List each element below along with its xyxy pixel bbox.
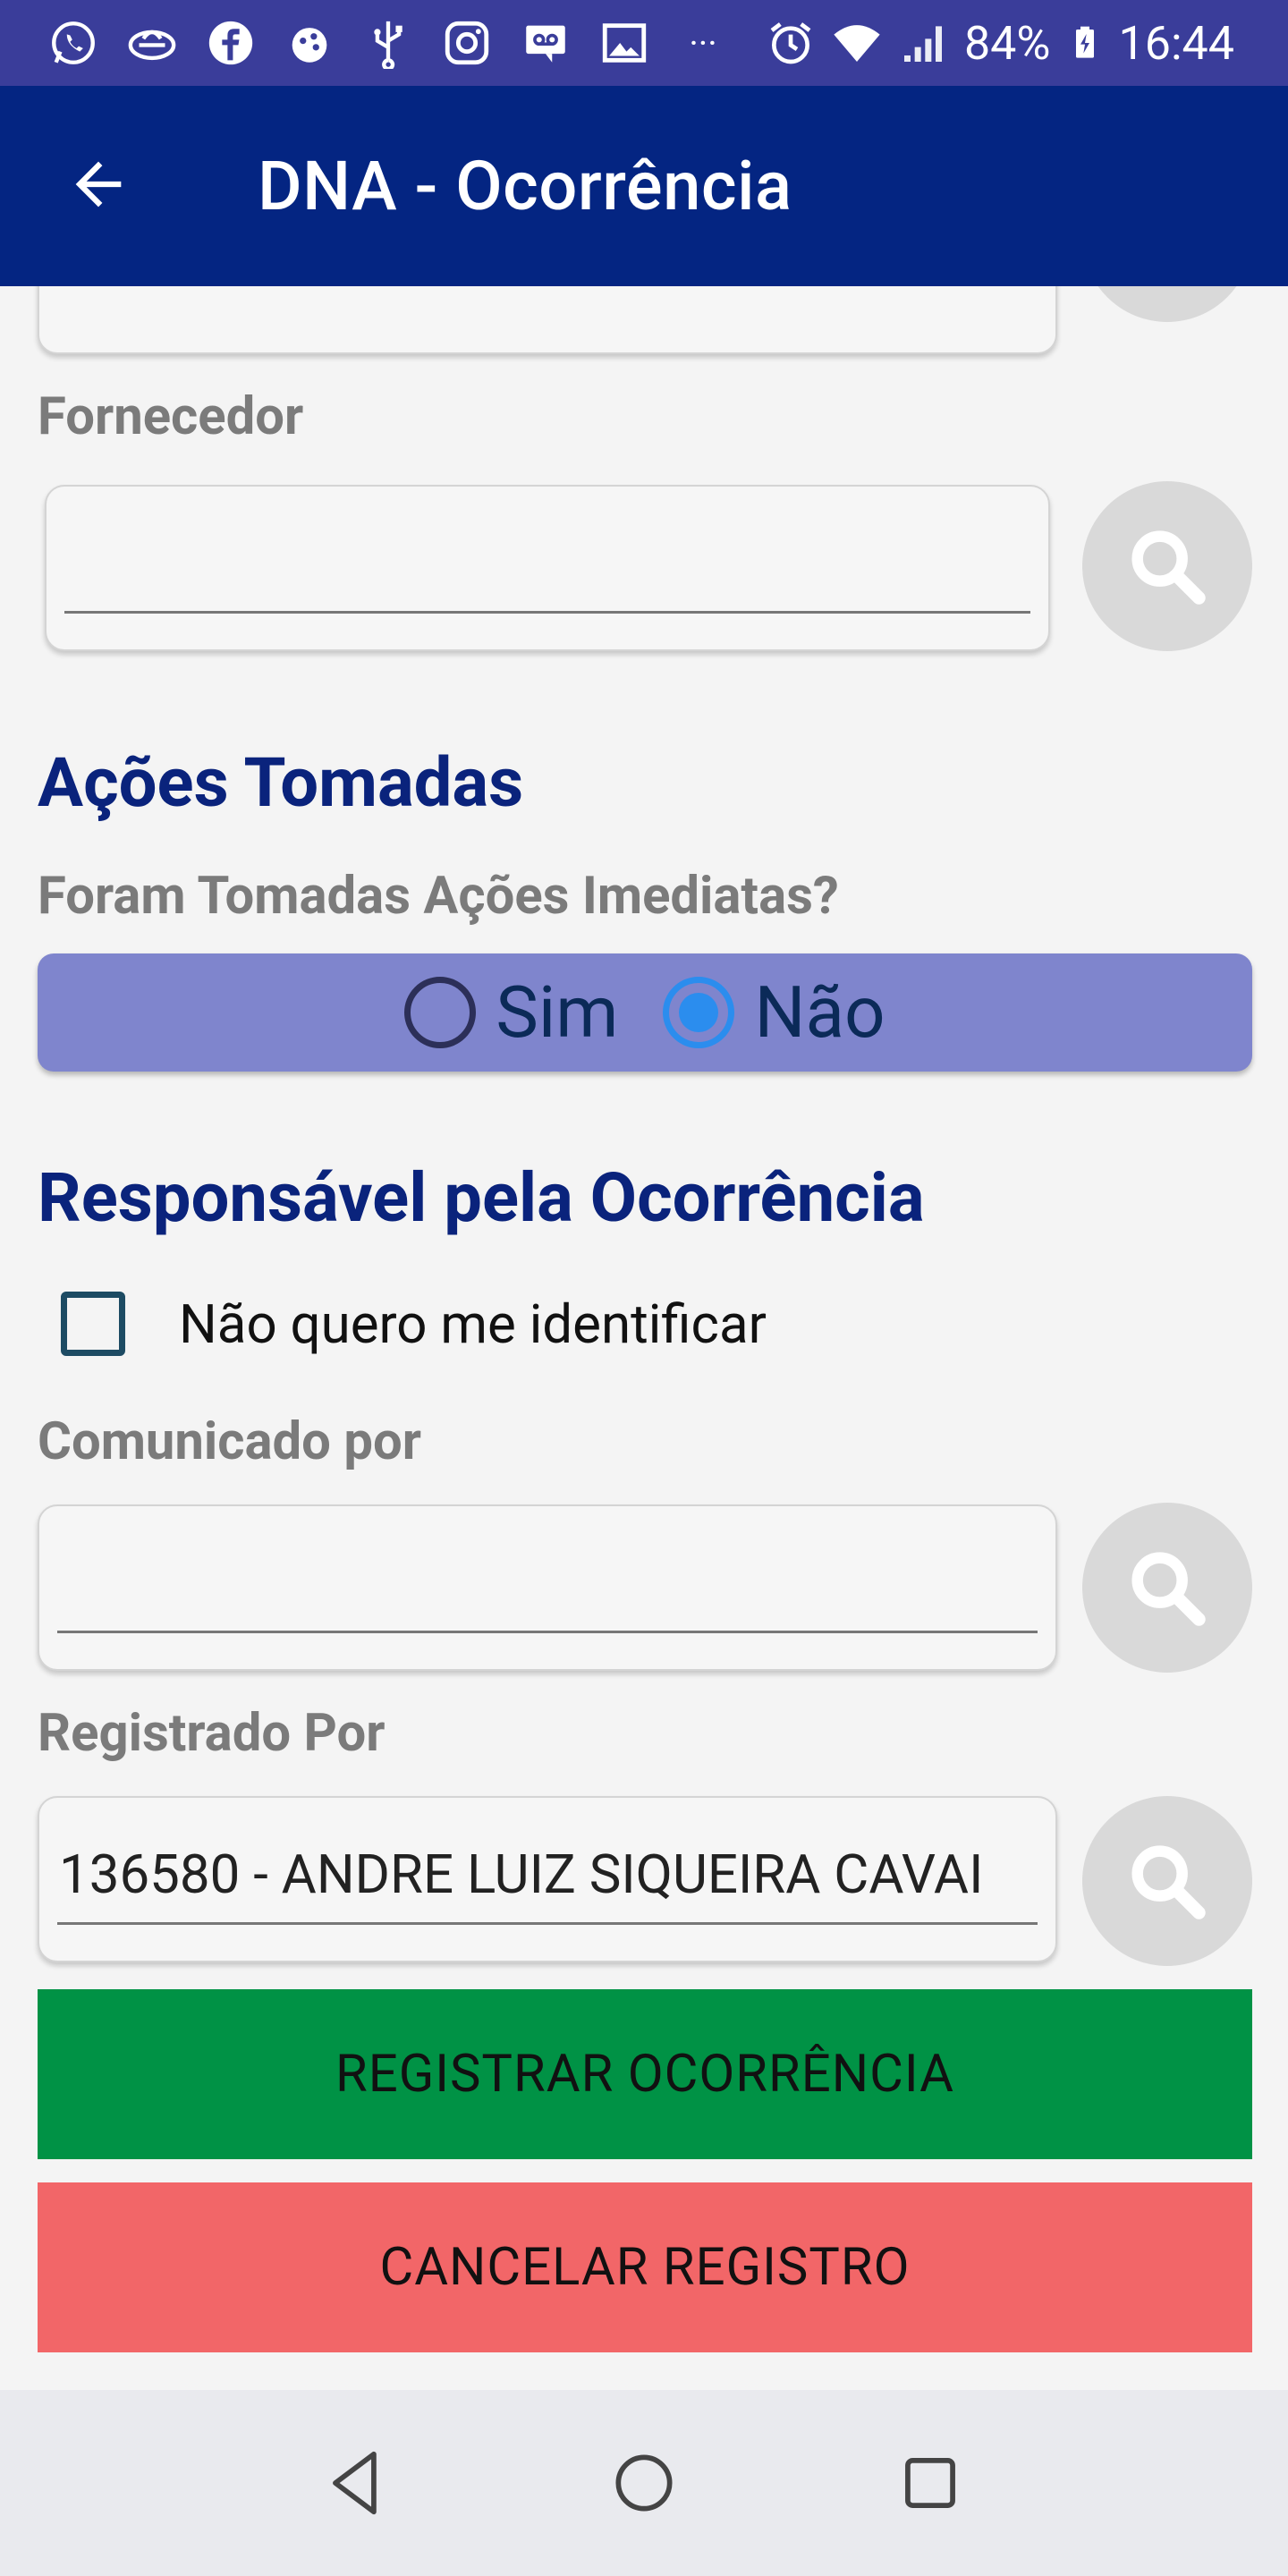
fornecedor-label: Fornecedor (38, 386, 304, 447)
facebook-icon (204, 16, 258, 70)
search-icon (1131, 530, 1206, 605)
tab-icon (125, 16, 179, 70)
acoes-radio-group: Sim Não (38, 953, 1252, 1072)
previous-field[interactable] (38, 286, 1057, 354)
registrado-underline (57, 1922, 1038, 1925)
nav-home-button[interactable] (599, 2438, 689, 2528)
usb-icon (361, 16, 415, 70)
comunicado-search-button[interactable] (1082, 1503, 1252, 1673)
alarm-icon (770, 22, 811, 64)
notification-icons: ··· (47, 14, 730, 72)
signal-icon (903, 26, 942, 62)
acoes-section-title: Ações Tomadas (38, 742, 524, 823)
comunicado-label: Comunicado por (38, 1411, 421, 1472)
radio-button-sim[interactable] (404, 977, 477, 1048)
registrado-label: Registrado Por (38, 1703, 386, 1764)
wifi-icon (834, 25, 880, 62)
square-recents-icon (905, 2458, 955, 2508)
back-button[interactable] (54, 140, 143, 229)
acoes-question: Foram Tomadas Ações Imediatas? (38, 866, 839, 927)
instagram-icon (440, 16, 494, 70)
comunicado-field[interactable] (38, 1504, 1057, 1671)
navigation-bar (0, 2390, 1288, 2576)
fornecedor-search-button[interactable] (1082, 481, 1252, 651)
voicemail-icon (519, 16, 572, 70)
whatsapp-icon (47, 16, 100, 70)
registrado-search-button[interactable] (1082, 1796, 1252, 1966)
fornecedor-field[interactable] (45, 485, 1050, 651)
app-bar: DNA - Ocorrência (0, 86, 1288, 286)
image-icon (597, 16, 651, 70)
arrow-back-icon (75, 161, 122, 208)
cancel-button[interactable]: CANCELAR REGISTRO (38, 2182, 1252, 2352)
anon-checkbox-label: Não quero me identificar (179, 1292, 767, 1356)
radio-button-nao[interactable] (663, 977, 735, 1048)
nav-back-button[interactable] (313, 2438, 402, 2528)
more-icon: ··· (689, 21, 717, 64)
radio-label-sim: Sim (496, 970, 619, 1055)
nav-recents-button[interactable] (886, 2438, 975, 2528)
app-icon (283, 16, 336, 70)
registrado-value: 136580 - ANDRE LUIZ SIQUEIRA CAVAI (59, 1843, 984, 1906)
clock: 16:44 (1118, 15, 1235, 71)
search-icon (1131, 1552, 1206, 1626)
triangle-back-icon (333, 2451, 377, 2515)
anon-checkbox-row[interactable]: Não quero me identificar (61, 1292, 767, 1356)
fornecedor-underline (64, 611, 1030, 614)
status-bar: ··· 84% 16:44 (0, 0, 1288, 86)
anon-checkbox[interactable] (61, 1292, 125, 1356)
radio-label-nao: Não (754, 970, 886, 1055)
register-button[interactable]: REGISTRAR OCORRÊNCIA (38, 1989, 1252, 2159)
page-title: DNA - Ocorrência (258, 146, 792, 226)
registrado-field[interactable]: 136580 - ANDRE LUIZ SIQUEIRA CAVAI (38, 1796, 1057, 1962)
form-content[interactable]: Fornecedor Ações Tomadas Foram Tomadas A… (0, 286, 1288, 2390)
circle-home-icon (615, 2454, 673, 2512)
search-icon (1131, 1845, 1206, 1919)
previous-search-button[interactable] (1082, 286, 1252, 322)
radio-option-nao[interactable]: Não (663, 970, 886, 1055)
system-status: 84% 16:44 (766, 0, 1234, 86)
comunicado-underline (57, 1631, 1038, 1633)
battery-charging-icon (1075, 26, 1094, 58)
radio-option-sim[interactable]: Sim (404, 970, 618, 1055)
battery-percent: 84% (963, 15, 1051, 71)
responsavel-section-title: Responsável pela Ocorrência (38, 1157, 925, 1238)
